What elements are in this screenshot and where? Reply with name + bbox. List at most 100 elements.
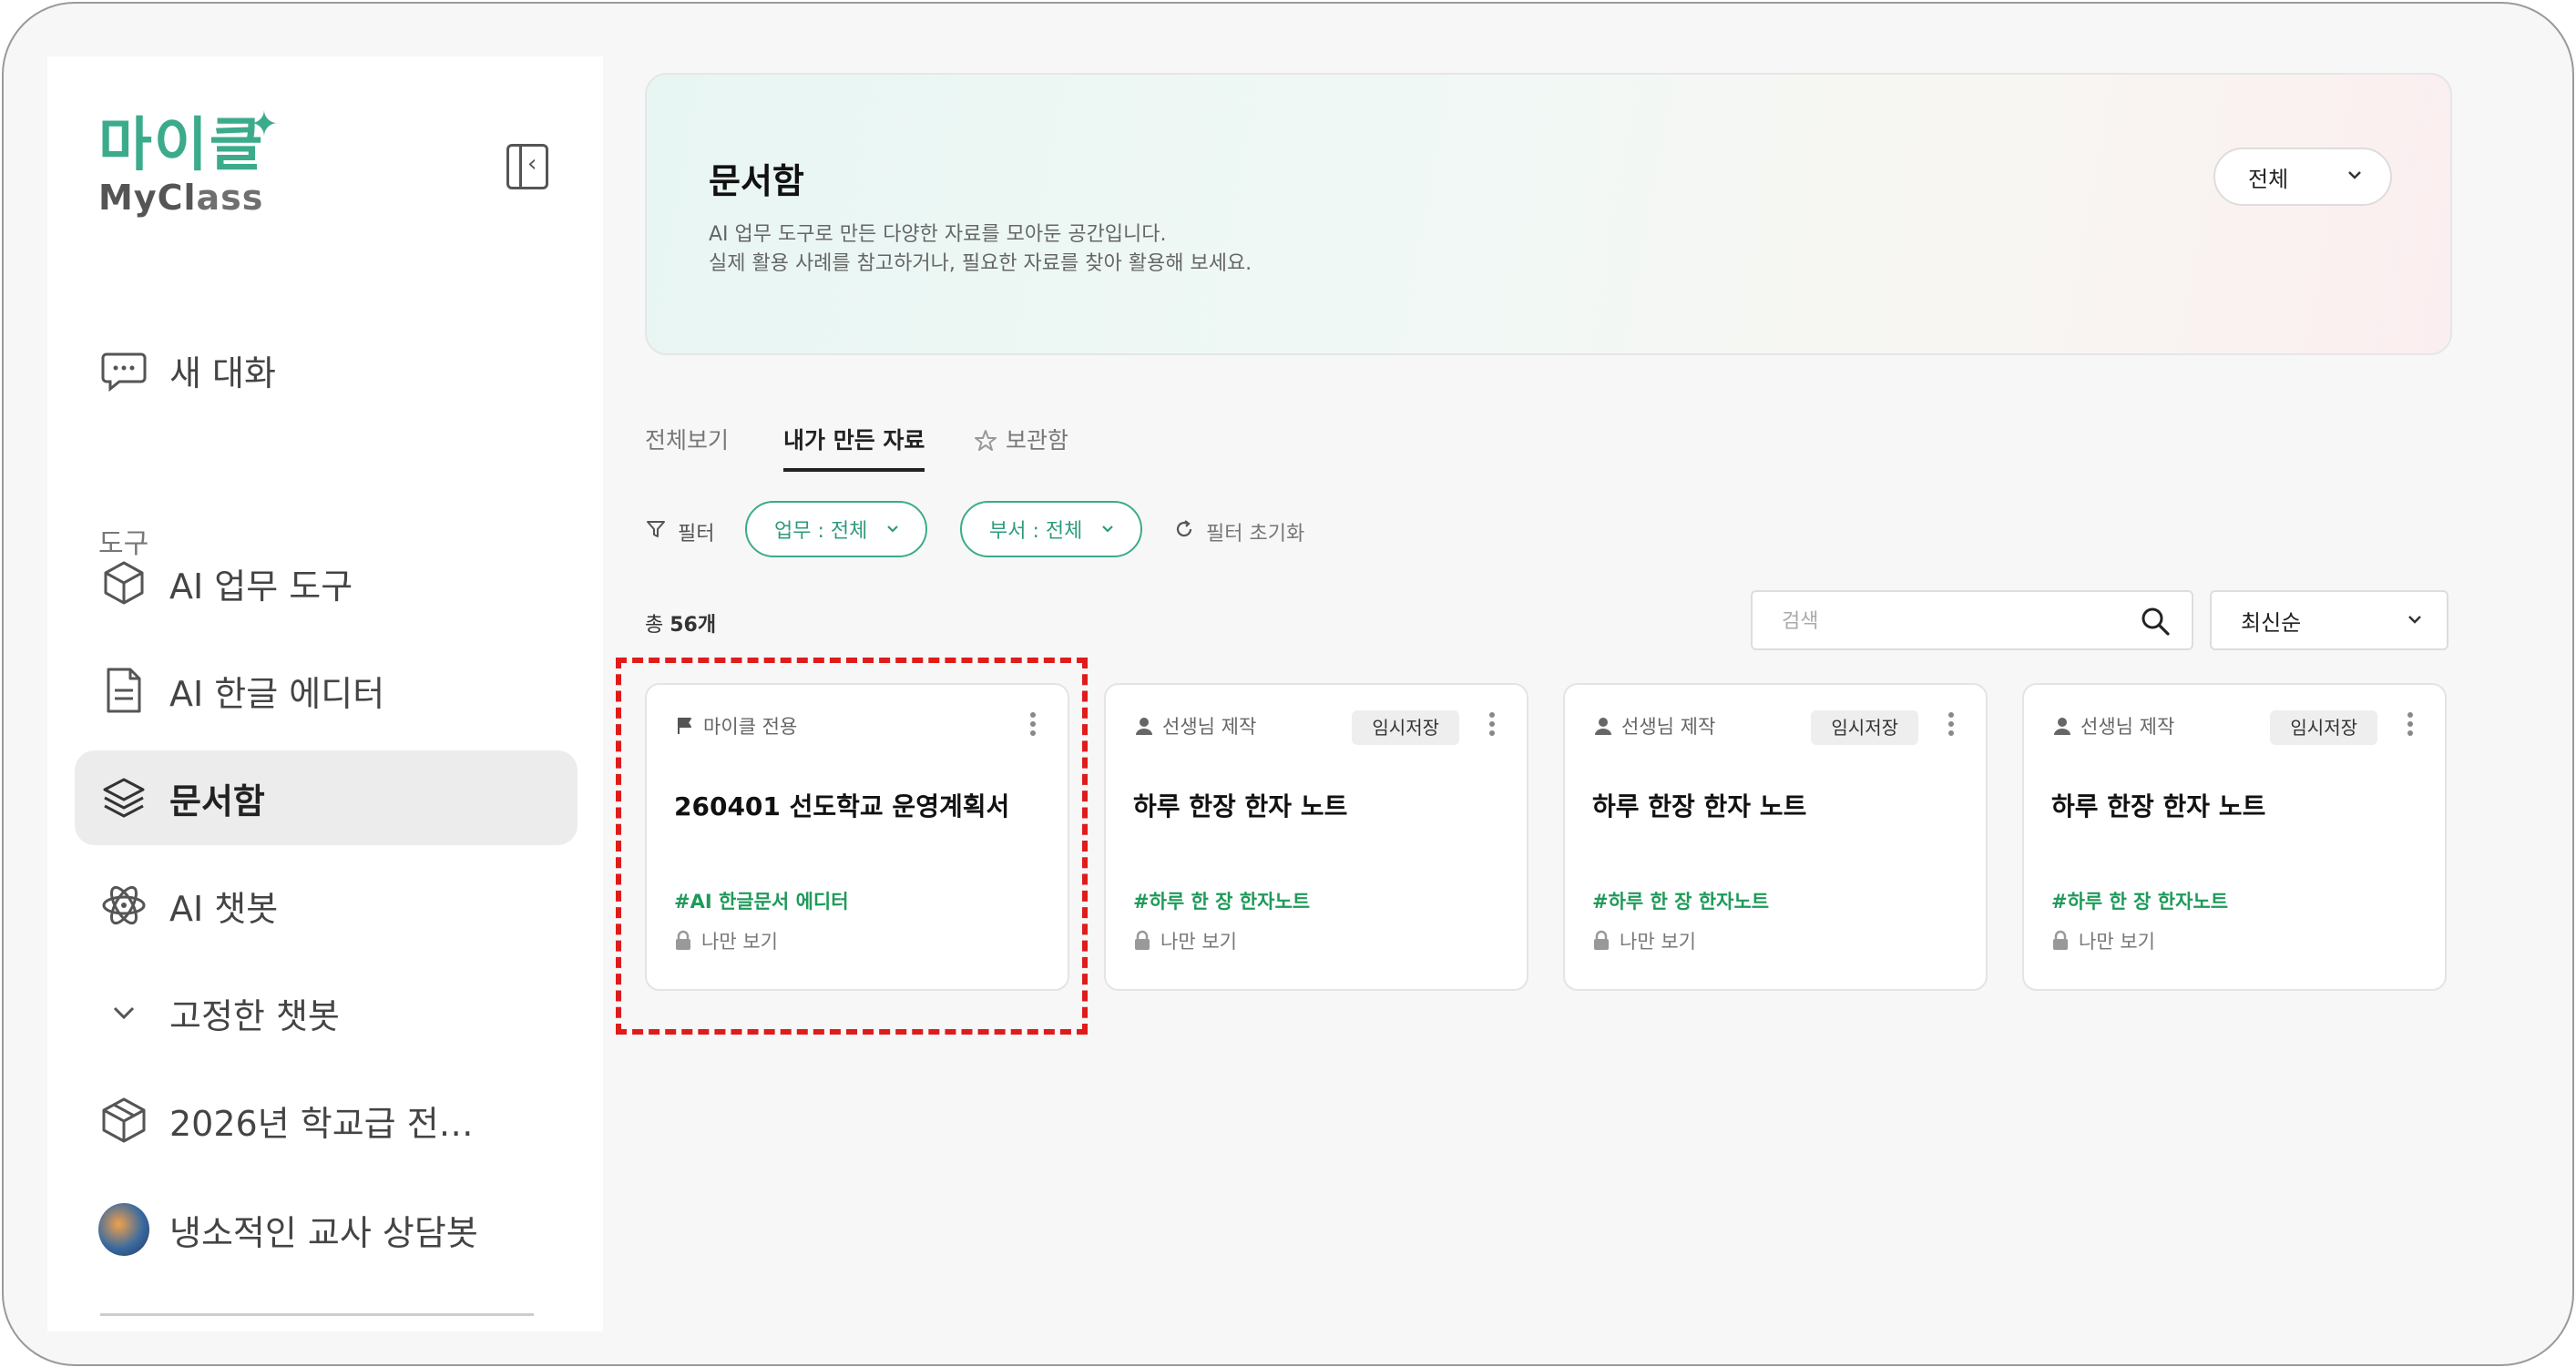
total-count-prefix: 총 bbox=[645, 614, 670, 637]
card-visibility: 나만 보기 bbox=[2051, 927, 2155, 954]
search-icon[interactable] bbox=[2139, 605, 2172, 641]
card-owner-label: 선생님 제작 bbox=[2080, 716, 2175, 738]
card-title: 하루 한장 한자 노트 bbox=[1133, 791, 1348, 821]
card-visibility-label: 나만 보기 bbox=[1620, 931, 1696, 953]
star-icon bbox=[973, 428, 998, 464]
highlight-annotation-box bbox=[616, 658, 1088, 1035]
document-icon bbox=[98, 665, 149, 716]
logo-english-part1: MyCl bbox=[98, 178, 197, 218]
sidebar-item-document-box[interactable]: 문서함 bbox=[75, 750, 578, 845]
sparkle-icon: ✦ bbox=[250, 104, 279, 144]
card-tag: #하루 한 장 한자노트 bbox=[1592, 891, 1770, 913]
chat-bubble-icon bbox=[98, 344, 149, 395]
page-description: AI 업무 도구로 만든 다양한 자료를 모아둔 공간입니다. 실제 활용 사례… bbox=[709, 220, 1252, 279]
total-count: 총 56개 bbox=[645, 608, 716, 638]
card-visibility-label: 나만 보기 bbox=[1160, 931, 1237, 953]
page-description-line: 실제 활용 사례를 참고하거나, 필요한 자료를 찾아 활용해 보세요. bbox=[709, 252, 1252, 275]
document-card[interactable]: 선생님 제작 임시저장 하루 한장 한자 노트 #하루 한 장 한자노트 나만 … bbox=[1563, 683, 1988, 991]
tab-my-materials[interactable]: 내가 만든 자료 bbox=[783, 423, 925, 472]
page-description-line: AI 업무 도구로 만든 다양한 자료를 모아둔 공간입니다. bbox=[709, 223, 1167, 246]
pinned-chatbots-label: 고정한 챗봇 bbox=[169, 995, 340, 1036]
card-title: 하루 한장 한자 노트 bbox=[1592, 791, 1807, 821]
scope-dropdown-value: 전체 bbox=[2248, 166, 2289, 192]
page-header-banner: 문서함 AI 업무 도구로 만든 다양한 자료를 모아둔 공간입니다. 실제 활… bbox=[645, 73, 2452, 355]
sidebar: 마이클 ✦ MyClass ‹ 새 대화 도구 AI 업무 도구 AI 한글 에… bbox=[47, 56, 603, 1331]
search-box bbox=[1751, 590, 2193, 650]
new-chat-label: 새 대화 bbox=[169, 352, 276, 393]
work-filter-chip[interactable]: 업무 : 전체 bbox=[745, 501, 928, 557]
user-icon bbox=[1136, 718, 1152, 735]
sidebar-divider bbox=[100, 1313, 534, 1316]
pinned-chatbot-label: 냉소적인 교사 상담봇 bbox=[169, 1212, 478, 1253]
chevron-left-icon: ‹ bbox=[527, 150, 537, 178]
filter-label-text: 필터 bbox=[678, 523, 715, 546]
chevron-down-icon bbox=[2346, 164, 2363, 187]
card-owner: 선생님 제작 bbox=[2051, 712, 2174, 740]
sidebar-item-ai-work-tools[interactable]: AI 업무 도구 bbox=[75, 536, 578, 630]
sidebar-collapse-button[interactable]: ‹ bbox=[506, 144, 548, 189]
tab-archive[interactable]: 보관함 bbox=[973, 423, 1068, 468]
work-filter-value: 업무 : 전체 bbox=[774, 520, 868, 543]
lock-icon bbox=[1594, 930, 1609, 950]
lock-icon bbox=[1135, 930, 1150, 950]
card-owner-label: 선생님 제작 bbox=[1621, 716, 1716, 738]
dept-filter-chip[interactable]: 부서 : 전체 bbox=[960, 501, 1143, 557]
scope-dropdown[interactable]: 전체 bbox=[2213, 148, 2392, 206]
lock-icon bbox=[2053, 930, 2068, 950]
card-title: 하루 한장 한자 노트 bbox=[2051, 791, 2266, 821]
filter-icon bbox=[645, 518, 667, 546]
logo-korean: 마이클 bbox=[98, 112, 265, 179]
logo-english: MyClass bbox=[98, 180, 265, 215]
pinned-chatbots-toggle[interactable]: 고정한 챗봇 bbox=[75, 965, 578, 1060]
total-count-value: 56개 bbox=[670, 614, 717, 637]
sidebar-item-label: AI 한글 에디터 bbox=[169, 673, 385, 714]
logo-english-part2: ass bbox=[196, 178, 264, 218]
filter-bar: 필터 업무 : 전체 부서 : 전체 필터 초기화 bbox=[645, 501, 1829, 561]
document-card[interactable]: 선생님 제작 임시저장 하루 한장 한자 노트 #하루 한 장 한자노트 나만 … bbox=[1104, 683, 1528, 991]
sidebar-item-label: AI 업무 도구 bbox=[169, 566, 353, 607]
draft-badge: 임시저장 bbox=[2270, 710, 2377, 745]
card-visibility-label: 나만 보기 bbox=[2079, 931, 2155, 953]
user-icon bbox=[2054, 718, 2070, 735]
sort-dropdown[interactable]: 최신순 bbox=[2210, 590, 2448, 650]
refresh-icon bbox=[1173, 518, 1195, 546]
pinned-chatbot-item[interactable]: 냉소적인 교사 상담봇 bbox=[75, 1182, 578, 1277]
tab-all[interactable]: 전체보기 bbox=[645, 423, 729, 468]
user-icon bbox=[1595, 718, 1611, 735]
atom-icon bbox=[98, 880, 149, 931]
tab-archive-label: 보관함 bbox=[1006, 427, 1069, 454]
search-input[interactable] bbox=[1780, 605, 2130, 638]
layers-icon bbox=[98, 772, 149, 823]
app-window: 마이클 ✦ MyClass ‹ 새 대화 도구 AI 업무 도구 AI 한글 에… bbox=[2, 2, 2574, 1366]
filter-label: 필터 bbox=[645, 517, 714, 546]
card-owner: 선생님 제작 bbox=[1592, 712, 1715, 740]
draft-badge: 임시저장 bbox=[1811, 710, 1918, 745]
card-tag: #하루 한 장 한자노트 bbox=[2051, 891, 2229, 913]
more-options-icon[interactable] bbox=[1942, 709, 1960, 741]
document-card[interactable]: 선생님 제작 임시저장 하루 한장 한자 노트 #하루 한 장 한자노트 나만 … bbox=[2022, 683, 2447, 991]
logo[interactable]: 마이클 ✦ MyClass bbox=[98, 104, 279, 215]
page-title: 문서함 bbox=[709, 161, 804, 201]
card-tag: #하루 한 장 한자노트 bbox=[1133, 891, 1311, 913]
sidebar-item-label: AI 챗봇 bbox=[169, 888, 279, 929]
dept-filter-value: 부서 : 전체 bbox=[989, 520, 1083, 543]
avatar bbox=[98, 1203, 149, 1256]
filter-reset-button[interactable]: 필터 초기화 bbox=[1173, 517, 1304, 546]
chevron-down-icon bbox=[1100, 520, 1115, 539]
pinned-chatbot-item[interactable]: 2026년 학교급 전… bbox=[75, 1073, 578, 1168]
cube-outline-icon bbox=[98, 1095, 149, 1146]
card-visibility: 나만 보기 bbox=[1133, 927, 1237, 954]
sidebar-item-ai-hangul-editor[interactable]: AI 한글 에디터 bbox=[75, 643, 578, 738]
pinned-chatbot-label: 2026년 학교급 전… bbox=[169, 1103, 474, 1144]
cube-icon bbox=[98, 557, 149, 608]
filter-reset-label: 필터 초기화 bbox=[1206, 523, 1305, 546]
new-chat-button[interactable]: 새 대화 bbox=[75, 322, 578, 417]
avatar-wrapper bbox=[98, 1203, 149, 1256]
sidebar-item-ai-chatbot[interactable]: AI 챗봇 bbox=[75, 858, 578, 953]
more-options-icon[interactable] bbox=[1483, 709, 1501, 741]
draft-badge: 임시저장 bbox=[1352, 710, 1459, 745]
card-visibility: 나만 보기 bbox=[1592, 927, 1696, 954]
card-owner-label: 선생님 제작 bbox=[1162, 716, 1257, 738]
chevron-down-icon bbox=[885, 520, 900, 539]
more-options-icon[interactable] bbox=[2401, 709, 2419, 741]
